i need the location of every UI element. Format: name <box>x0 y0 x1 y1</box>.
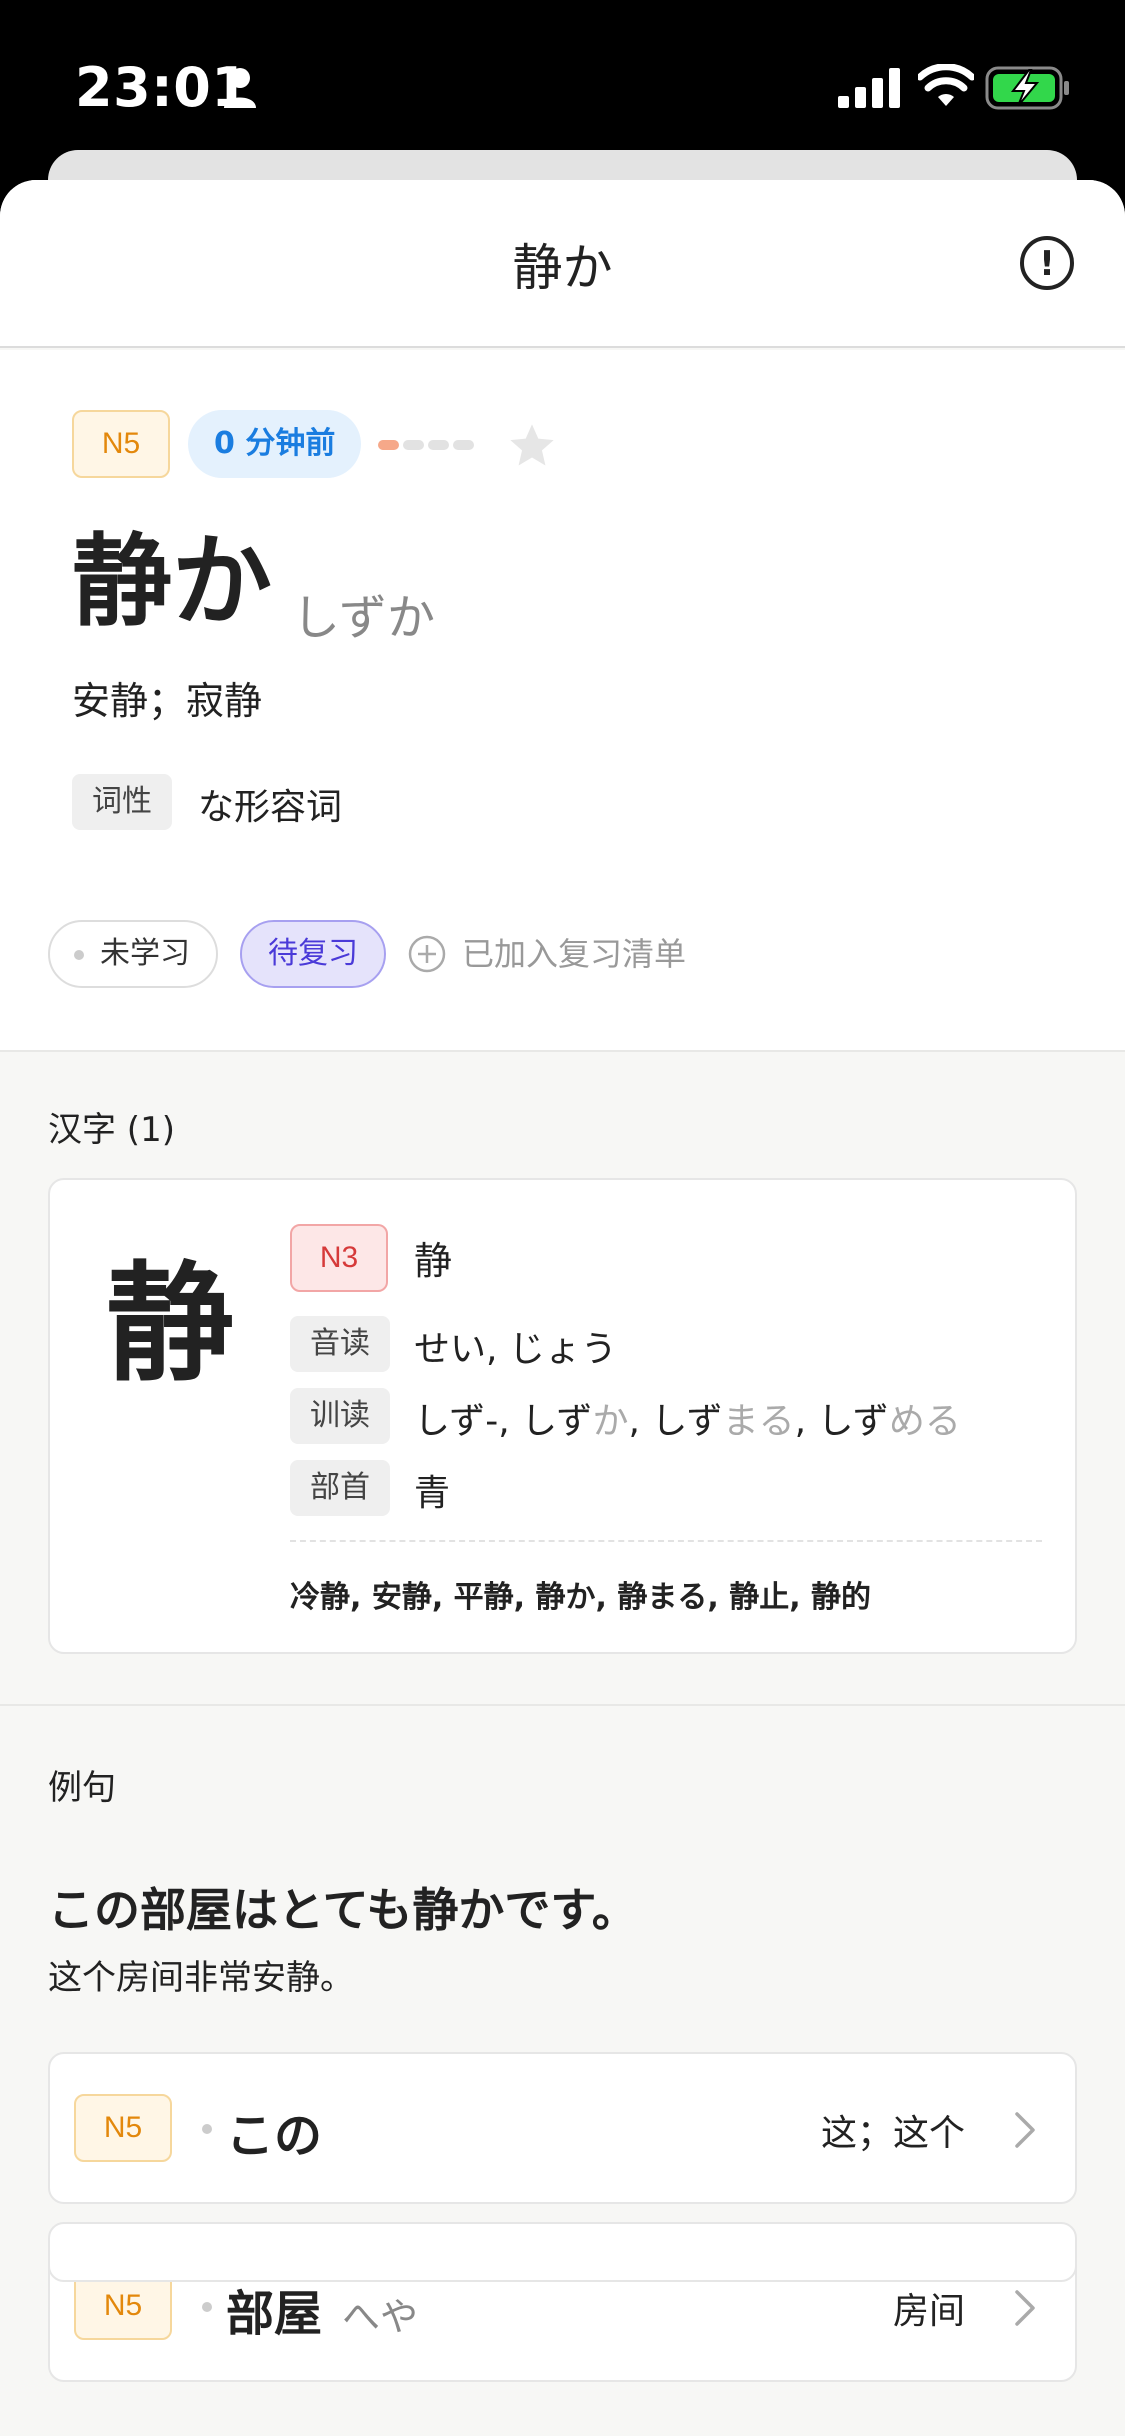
example-sentence-jp: この部屋はとても静かです。 <box>48 1883 638 1937</box>
vocab-card[interactable]: N5 この 这；这个 <box>48 2052 1077 2204</box>
unlearned-chip-label: 未学习 <box>100 936 190 971</box>
vocab-reading: へや <box>342 2295 419 2339</box>
review-chip[interactable]: 待复习 <box>240 920 386 988</box>
kunyomi-value: しず-, しずか, しずまる, しずめる <box>414 1401 961 1442</box>
vocab-word: この <box>226 2108 323 2164</box>
pos-label: 词性 <box>72 774 172 830</box>
kanji-heading: 汉字 (1) <box>48 1110 175 1150</box>
kanji-compounds: 冷静, 安静, 平静, 静か, 静まる, 静止, 静的 <box>290 1580 872 1615</box>
vocab-card-partial[interactable] <box>48 2222 1077 2282</box>
kanji-card[interactable]: 静 N3 静 音读 せい, じょう 训读 しず-, しずか, しずまる, しずめ… <box>48 1178 1077 1654</box>
last-review-pill: 0 分钟前 <box>188 410 362 478</box>
add-review-list-button[interactable]: 已加入复习清单 <box>408 920 686 988</box>
status-dot <box>202 2124 212 2134</box>
star-icon[interactable] <box>506 420 558 472</box>
kanji-level-badge: N3 <box>290 1224 388 1292</box>
status-dot <box>202 2302 212 2312</box>
divider <box>290 1540 1042 1542</box>
add-review-label: 已加入复习清单 <box>462 935 687 973</box>
word-meaning: 安静；寂静 <box>72 679 263 723</box>
example-section: 例句 この部屋はとても静かです。 这个房间非常安静。 N5 この 这；这个 N5… <box>0 1704 1125 2436</box>
onyomi-value: せい, じょう <box>414 1329 617 1370</box>
mastery-progress <box>378 440 474 450</box>
example-heading: 例句 <box>48 1768 116 1808</box>
status-bar: 23:01 <box>0 0 1125 160</box>
sheet-title: 静か <box>512 239 613 297</box>
radical-value: 青 <box>414 1473 451 1514</box>
signal-icon <box>838 68 900 108</box>
pos-value: な形容词 <box>198 787 343 828</box>
word-section: N5 0 分钟前 静か しずか 安静；寂静 词性 な形容词 未学习 待复习 已加… <box>0 350 1125 1052</box>
onyomi-label: 音读 <box>290 1316 390 1372</box>
radical-label: 部首 <box>290 1460 390 1516</box>
vocab-meaning: 房间 <box>892 2291 965 2332</box>
chevron-right-icon <box>1015 2290 1035 2326</box>
person-icon <box>224 68 256 108</box>
vocab-word: 部屋 <box>226 2286 323 2342</box>
status-dot <box>74 950 84 960</box>
sheet-header: 静か ! <box>0 180 1125 348</box>
kunyomi-label: 训读 <box>290 1388 390 1444</box>
example-sentence-cn: 这个房间非常安静。 <box>48 1958 354 1998</box>
battery-charging-icon <box>985 66 1069 110</box>
word-text: 静か <box>72 523 272 640</box>
word-detail-sheet: 静か ! N5 0 分钟前 静か しずか 安静；寂静 词性 な形容词 未学习 待… <box>0 180 1125 2436</box>
kanji-char: 静 <box>414 1239 453 1283</box>
wifi-icon <box>918 64 974 106</box>
kanji-large: 静 <box>106 1250 235 1399</box>
vocab-level-badge: N5 <box>74 2272 172 2340</box>
chevron-right-icon <box>1015 2112 1035 2148</box>
info-icon[interactable]: ! <box>1020 236 1074 290</box>
word-reading: しずか <box>292 590 436 646</box>
level-badge: N5 <box>72 410 170 478</box>
vocab-meaning: 这；这个 <box>820 2113 965 2154</box>
plus-circle-icon <box>408 935 446 973</box>
unlearned-chip[interactable]: 未学习 <box>48 920 218 988</box>
vocab-level-badge: N5 <box>74 2094 172 2162</box>
